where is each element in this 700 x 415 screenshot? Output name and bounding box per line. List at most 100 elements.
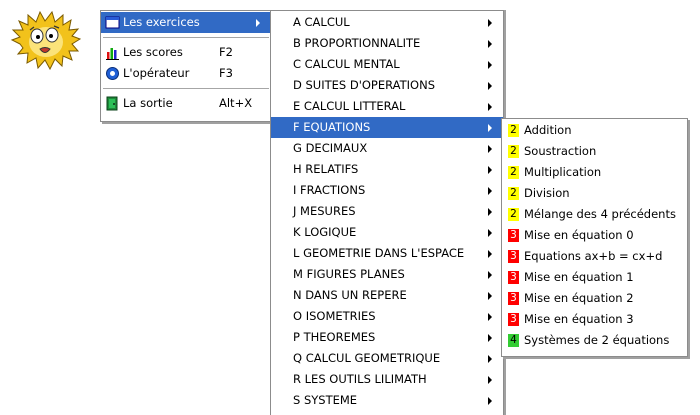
category-item[interactable]: S SYSTEME <box>271 390 503 411</box>
submenu-arrow-icon <box>488 229 492 237</box>
exercise-item[interactable]: 2 Mélange des 4 précédents <box>502 204 687 225</box>
categories-menu: A CALCUL B PROPORTIONNALITE C CALCUL MEN… <box>270 10 504 415</box>
level-badge: 2 <box>508 166 519 179</box>
submenu-arrow-icon <box>488 334 492 342</box>
category-item[interactable]: M FIGURES PLANES <box>271 264 503 285</box>
submenu-arrow-icon <box>488 355 492 363</box>
category-item[interactable]: J MESURES <box>271 201 503 222</box>
category-item[interactable]: P THEOREMES <box>271 327 503 348</box>
submenu-arrow-icon <box>488 166 492 174</box>
exercise-item[interactable]: 3 Equations ax+b = cx+d <box>502 246 687 267</box>
category-item[interactable]: O ISOMETRIES <box>271 306 503 327</box>
category-item-selected[interactable]: F EQUATIONS <box>271 117 503 138</box>
exercise-label: Division <box>524 186 570 200</box>
main-menu: Les exercices Les scores F2 L'opérateur … <box>100 10 272 122</box>
exercise-item[interactable]: 2 Soustraction <box>502 141 687 162</box>
submenu-arrow-icon <box>256 19 260 27</box>
shortcut-label: Alt+X <box>219 96 253 110</box>
level-badge: 2 <box>508 124 519 137</box>
exercise-label: Equations ax+b = cx+d <box>524 249 663 263</box>
exercise-label: Mise en équation 1 <box>524 270 634 284</box>
exercise-label: Mise en équation 0 <box>524 228 634 242</box>
menu-item-scores[interactable]: Les scores F2 <box>101 42 271 63</box>
exercise-label: Soustraction <box>524 144 597 158</box>
category-item[interactable]: G DECIMAUX <box>271 138 503 159</box>
category-label: R LES OUTILS LILIMATH <box>293 372 427 386</box>
menu-item-label: Les exercices <box>123 15 200 29</box>
category-item[interactable]: L GEOMETRIE DANS L'ESPACE <box>271 243 503 264</box>
exercises-menu: 2 Addition 2 Soustraction 2 Multiplication … <box>501 118 688 357</box>
category-label: K LOGIQUE <box>293 225 357 239</box>
exercise-item[interactable]: 4 Systèmes de 2 équations <box>502 330 687 351</box>
exercise-item[interactable]: 3 Mise en équation 2 <box>502 288 687 309</box>
level-badge: 3 <box>508 271 519 284</box>
category-item[interactable]: K LOGIQUE <box>271 222 503 243</box>
submenu-arrow-icon <box>488 187 492 195</box>
exercise-item[interactable]: 2 Division <box>502 183 687 204</box>
submenu-arrow-icon <box>488 40 492 48</box>
menu-item-operateur[interactable]: L'opérateur F3 <box>101 63 271 84</box>
category-item[interactable]: E CALCUL LITTERAL <box>271 96 503 117</box>
category-item[interactable]: B PROPORTIONNALITE <box>271 33 503 54</box>
exercise-label: Multiplication <box>524 165 602 179</box>
category-item[interactable]: I FRACTIONS <box>271 180 503 201</box>
category-label: D SUITES D'OPERATIONS <box>293 78 436 92</box>
level-badge: 2 <box>508 208 519 221</box>
exit-door-icon <box>106 96 118 111</box>
level-badge: 3 <box>508 250 519 263</box>
shortcut-label: F2 <box>219 45 233 59</box>
category-label: B PROPORTIONNALITE <box>293 36 421 50</box>
submenu-arrow-icon <box>488 145 492 153</box>
category-label: H RELATIFS <box>293 162 359 176</box>
menu-item-label: L'opérateur <box>123 66 190 80</box>
menu-item-label: Les scores <box>123 45 183 59</box>
level-badge: 3 <box>508 292 519 305</box>
exercise-label: Mise en équation 2 <box>524 291 634 305</box>
level-badge: 2 <box>508 187 519 200</box>
category-item[interactable]: C CALCUL MENTAL <box>271 54 503 75</box>
exercise-item[interactable]: 2 Multiplication <box>502 162 687 183</box>
shortcut-label: F3 <box>219 66 233 80</box>
category-label: I FRACTIONS <box>293 183 366 197</box>
submenu-arrow-icon <box>488 19 492 27</box>
exercise-item[interactable]: 2 Addition <box>502 120 687 141</box>
category-item[interactable]: D SUITES D'OPERATIONS <box>271 75 503 96</box>
category-item[interactable]: R LES OUTILS LILIMATH <box>271 369 503 390</box>
mascot-icon <box>10 10 82 71</box>
category-label: O ISOMETRIES <box>293 309 376 323</box>
category-label: J MESURES <box>293 204 356 218</box>
category-label: M FIGURES PLANES <box>293 267 405 281</box>
level-badge: 3 <box>508 313 519 326</box>
category-item[interactable]: Q CALCUL GEOMETRIQUE <box>271 348 503 369</box>
level-badge: 2 <box>508 145 519 158</box>
submenu-arrow-icon <box>488 313 492 321</box>
category-label: P THEOREMES <box>293 330 376 344</box>
submenu-arrow-icon <box>488 208 492 216</box>
submenu-arrow-icon <box>488 250 492 258</box>
exercise-item[interactable]: 3 Mise en équation 0 <box>502 225 687 246</box>
exercise-label: Mélange des 4 précédents <box>524 207 676 221</box>
exercise-item[interactable]: 3 Mise en équation 1 <box>502 267 687 288</box>
menu-item-exercices[interactable]: Les exercices <box>101 12 271 33</box>
operator-icon <box>106 67 119 80</box>
submenu-arrow-icon <box>488 61 492 69</box>
exercise-label: Mise en équation 3 <box>524 312 634 326</box>
category-label: A CALCUL <box>293 15 350 29</box>
menu-separator <box>103 37 269 38</box>
category-label: G DECIMAUX <box>293 141 368 155</box>
exercise-item[interactable]: 3 Mise en équation 3 <box>502 309 687 330</box>
category-label: E CALCUL LITTERAL <box>293 99 406 113</box>
level-badge: 3 <box>508 229 519 242</box>
menu-item-sortie[interactable]: La sortie Alt+X <box>101 93 271 114</box>
category-item[interactable]: A CALCUL <box>271 12 503 33</box>
submenu-arrow-icon <box>488 376 492 384</box>
category-item[interactable]: H RELATIFS <box>271 159 503 180</box>
window-icon <box>105 16 120 29</box>
level-badge: 4 <box>508 334 519 347</box>
category-label: N DANS UN REPERE <box>293 288 407 302</box>
category-label: L GEOMETRIE DANS L'ESPACE <box>293 246 465 260</box>
category-item[interactable]: N DANS UN REPERE <box>271 285 503 306</box>
category-label: Q CALCUL GEOMETRIQUE <box>293 351 441 365</box>
submenu-arrow-icon <box>488 397 492 405</box>
menu-item-label: La sortie <box>123 96 173 110</box>
